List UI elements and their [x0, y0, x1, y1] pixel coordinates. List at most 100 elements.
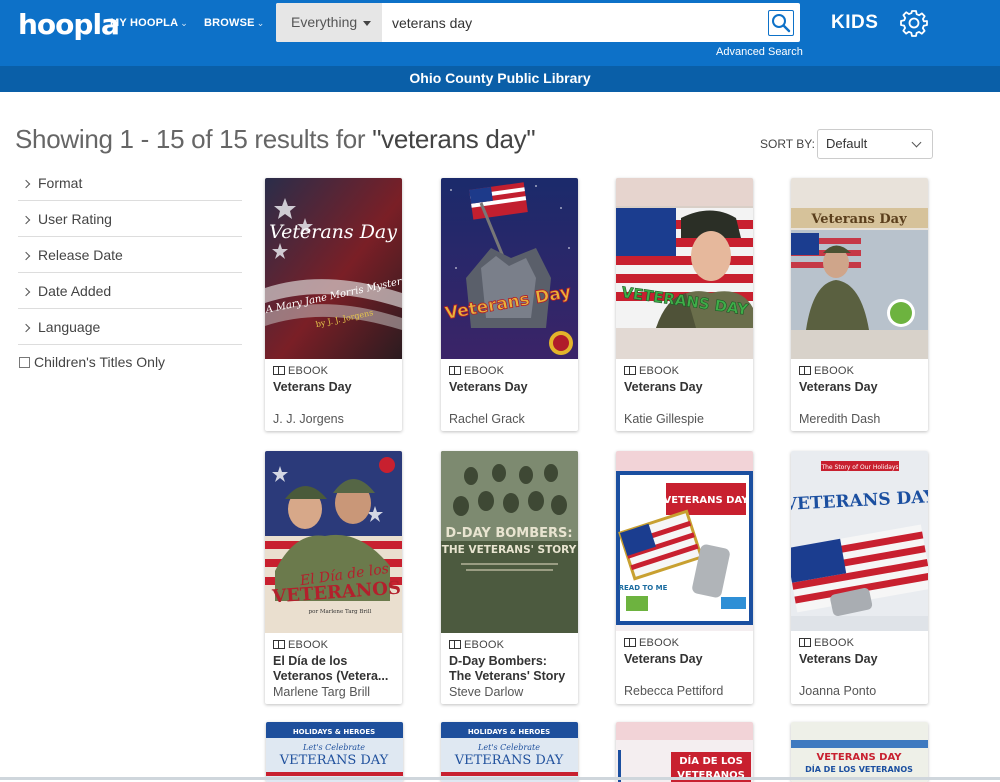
book-meta: EBOOK Veterans Day [273, 365, 396, 395]
cover-band: HOLIDAYS & HEROES [468, 728, 550, 736]
book-cover[interactable]: D-DAY BOMBERS: THE VETERANS' STORY [441, 451, 578, 633]
cover-subtitle: Let's Celebrate [477, 743, 540, 752]
book-title[interactable]: Veterans Day [799, 380, 922, 395]
book-cover[interactable]: VETERANS DAY DÍA DE LOS VETERANOS [791, 722, 928, 782]
filter-format[interactable]: Format [18, 165, 242, 201]
book-meta: EBOOK El Día de los Veteranos (Vetera... [273, 639, 396, 684]
book-icon [273, 640, 285, 649]
childrens-titles-label: Children's Titles Only [34, 354, 166, 370]
sort-label: SORT BY: [760, 137, 815, 151]
gear-icon[interactable] [899, 8, 929, 38]
format-label: EBOOK [799, 637, 922, 649]
search-icon [772, 14, 791, 33]
chevron-right-icon [21, 251, 31, 261]
book-title[interactable]: D-Day Bombers: The Veterans' Story [449, 654, 572, 684]
cover-title: VETERANS DAY [454, 753, 564, 768]
book-cover[interactable]: Veterans Day [441, 178, 578, 359]
book-card[interactable]: VETERANS DAY READ TO ME EBOOK Veterans D… [616, 451, 753, 704]
book-card[interactable]: HOLIDAYS & HEROES Let's Celebrate VETERA… [266, 722, 403, 782]
nav-my-hoopla[interactable]: MY HOOPLA ⌄ [110, 17, 188, 29]
book-card[interactable]: The Story of Our Holidays VETERANS DAY E… [791, 451, 928, 704]
book-author[interactable]: Meredith Dash [799, 412, 880, 426]
cover-title: Veterans Day [810, 212, 907, 227]
sort-select[interactable]: Default [817, 129, 933, 159]
book-card[interactable]: DÍA DE LOS VETERANOS [616, 722, 753, 782]
cover-subtitle: por Marlene Targ Brill [309, 609, 372, 615]
chevron-down-icon: ⌄ [256, 18, 265, 28]
checkbox[interactable] [19, 357, 30, 368]
book-cover[interactable]: VETERANS DAY [616, 178, 753, 359]
book-cover[interactable]: HOLIDAYS & HEROES Let's Celebrate VETERA… [266, 722, 403, 782]
book-icon [799, 638, 811, 647]
book-title[interactable]: Veterans Day [624, 380, 747, 395]
book-icon [624, 638, 636, 647]
search-scope-dropdown[interactable]: Everything [276, 3, 382, 42]
search-input[interactable] [382, 3, 764, 42]
hoopla-logo[interactable]: hoopla [18, 8, 120, 41]
book-author[interactable]: Steve Darlow [449, 685, 523, 699]
filter-label: Language [38, 319, 101, 335]
book-card[interactable]: Veterans Day EBOOK Veterans Day Meredith… [791, 178, 928, 431]
book-author[interactable]: Joanna Ponto [799, 684, 876, 698]
filter-label: Release Date [38, 247, 123, 263]
caret-down-icon [363, 20, 372, 26]
book-cover[interactable]: Veterans Day [791, 178, 928, 359]
book-author[interactable]: Rebecca Pettiford [624, 684, 723, 698]
format-label: EBOOK [273, 365, 396, 377]
book-card[interactable]: Veterans Day A Mary Jane Morris Mystery … [265, 178, 402, 431]
book-card[interactable]: El Día de los VETERANOS por Marlene Targ… [265, 451, 402, 704]
book-author[interactable]: Katie Gillespie [624, 412, 704, 426]
book-card[interactable]: VETERANS DAY EBOOK Veterans Day Katie Gi… [616, 178, 753, 431]
cover-title: Veterans Day [269, 221, 397, 243]
book-card[interactable]: Veterans Day EBOOK Veterans Day Rachel G… [441, 178, 578, 431]
format-text: EBOOK [464, 365, 505, 377]
format-label: EBOOK [449, 639, 572, 651]
book-meta: EBOOK Veterans Day [624, 637, 747, 667]
search-scope-label: Everything [291, 14, 358, 30]
chevron-right-icon [21, 323, 31, 333]
filter-release-date[interactable]: Release Date [18, 237, 242, 273]
book-author[interactable]: Marlene Targ Brill [273, 685, 370, 699]
book-cover[interactable]: El Día de los VETERANOS por Marlene Targ… [265, 451, 402, 633]
format-label: EBOOK [624, 637, 747, 649]
format-text: EBOOK [814, 637, 855, 649]
book-meta: EBOOK Veterans Day [449, 365, 572, 395]
search-button[interactable] [768, 10, 794, 36]
cover-title-line2: DÍA DE LOS VETERANOS [805, 763, 913, 774]
nav-browse-label: BROWSE [204, 17, 255, 29]
cover-title: D-DAY BOMBERS: [445, 526, 572, 541]
book-title[interactable]: El Día de los Veteranos (Vetera... [273, 654, 396, 684]
book-card[interactable]: HOLIDAYS & HEROES Let's Celebrate VETERA… [441, 722, 578, 782]
filter-label: User Rating [38, 211, 112, 227]
format-label: EBOOK [799, 365, 922, 377]
filter-language[interactable]: Language [18, 309, 242, 345]
book-icon [449, 366, 461, 375]
nav-browse[interactable]: BROWSE ⌄ [204, 17, 264, 29]
book-title[interactable]: Veterans Day [624, 652, 747, 667]
filter-date-added[interactable]: Date Added [18, 273, 242, 309]
book-card[interactable]: D-DAY BOMBERS: THE VETERANS' STORY EBOOK… [441, 451, 578, 704]
advanced-search-link[interactable]: Advanced Search [716, 46, 803, 58]
book-cover[interactable]: VETERANS DAY READ TO ME [616, 451, 753, 631]
book-card[interactable]: VETERANS DAY DÍA DE LOS VETERANOS [791, 722, 928, 782]
chevron-down-icon [911, 137, 922, 148]
kids-link[interactable]: KIDS [831, 12, 878, 34]
library-banner: Ohio County Public Library [0, 66, 1000, 92]
cover-subtitle: The Story of Our Holidays [820, 464, 898, 471]
top-navigation-bar: hoopla MY HOOPLA⌄ BROWSE⌄ Everything Adv… [0, 0, 1000, 66]
book-cover[interactable]: HOLIDAYS & HEROES Let's Celebrate VETERA… [441, 722, 578, 782]
book-cover[interactable]: The Story of Our Holidays VETERANS DAY [791, 451, 928, 631]
cover-title: DÍA DE LOS [679, 754, 743, 767]
childrens-titles-only-toggle[interactable]: Children's Titles Only [18, 345, 242, 379]
book-title[interactable]: Veterans Day [273, 380, 396, 395]
sort-value: Default [826, 136, 868, 151]
book-title[interactable]: Veterans Day [799, 652, 922, 667]
book-meta: EBOOK D-Day Bombers: The Veterans' Story [449, 639, 572, 684]
book-cover[interactable]: Veterans Day A Mary Jane Morris Mystery … [265, 178, 402, 359]
filter-user-rating[interactable]: User Rating [18, 201, 242, 237]
format-text: EBOOK [814, 365, 855, 377]
book-author[interactable]: J. J. Jorgens [273, 412, 344, 426]
book-title[interactable]: Veterans Day [449, 380, 572, 395]
book-author[interactable]: Rachel Grack [449, 412, 525, 426]
book-cover[interactable]: DÍA DE LOS VETERANOS [616, 722, 753, 782]
